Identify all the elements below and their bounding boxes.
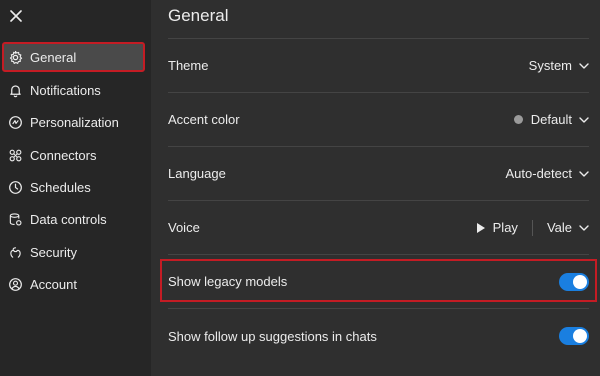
sidebar-item-label: Account [30,276,77,292]
close-icon [10,10,22,22]
accent-color-dropdown[interactable]: Default [513,112,589,127]
personalization-icon [7,114,23,130]
followup-suggestions-setting-row: Show follow up suggestions in chats [168,309,589,363]
security-icon [7,244,23,260]
followup-suggestions-label: Show follow up suggestions in chats [168,328,377,344]
play-icon [476,222,486,234]
close-button[interactable] [6,6,26,26]
sidebar-item-label: Personalization [30,114,119,130]
voice-value: Vale [546,220,572,235]
voice-label: Voice [168,220,200,235]
sidebar-item-security[interactable]: Security [2,237,145,267]
sidebar-item-label: Connectors [30,147,97,163]
sidebar-item-connectors[interactable]: Connectors [2,140,145,170]
accent-color-setting-row: Accent color Default [168,93,589,147]
sidebar-item-schedules[interactable]: Schedules [2,172,145,202]
toggle-knob [573,329,587,343]
chevron-down-icon [579,224,589,231]
sidebar-item-label: Data controls [30,211,107,227]
gear-icon [7,49,23,65]
chevron-down-icon [579,116,589,123]
theme-label: Theme [168,58,209,73]
play-voice-button[interactable]: Play [476,220,518,235]
data-controls-icon [7,211,23,227]
theme-dropdown[interactable]: System [529,58,589,73]
language-setting-row: Language Auto-detect [168,147,589,201]
voice-controls: Play Vale [476,219,589,236]
account-icon [7,276,23,292]
followup-suggestions-toggle[interactable] [559,327,589,345]
sidebar-item-personalization[interactable]: Personalization [2,107,145,137]
connectors-icon [7,147,23,163]
settings-sidebar: General Notifications Personalization Co… [0,0,151,376]
language-value: Auto-detect [505,166,573,181]
divider [531,219,533,236]
play-label: Play [492,220,518,235]
voice-setting-row: Voice Play Vale [168,201,589,255]
highlight-box [160,259,597,302]
theme-value: System [528,58,572,73]
sidebar-item-data-controls[interactable]: Data controls [2,204,145,234]
accent-color-value: Default [530,112,572,127]
settings-panel: General Theme System Accent color Defaul… [151,0,600,376]
voice-dropdown[interactable]: Vale [547,220,589,235]
bell-icon [7,82,23,98]
sidebar-item-notifications[interactable]: Notifications [2,75,145,105]
chevron-down-icon [579,170,589,177]
accent-swatch [513,115,523,124]
clock-icon [7,179,23,195]
sidebar-item-label: General [30,49,77,65]
page-title: General [168,6,229,25]
sidebar-item-account[interactable]: Account [2,269,145,299]
theme-setting-row: Theme System [168,39,589,93]
chevron-down-icon [579,62,589,69]
accent-color-label: Accent color [168,112,240,127]
sidebar-item-general[interactable]: General [2,42,145,72]
language-dropdown[interactable]: Auto-detect [506,166,590,181]
language-label: Language [168,166,226,181]
sidebar-item-label: Schedules [30,179,91,195]
sidebar-item-label: Notifications [30,82,101,98]
sidebar-item-label: Security [30,244,77,260]
